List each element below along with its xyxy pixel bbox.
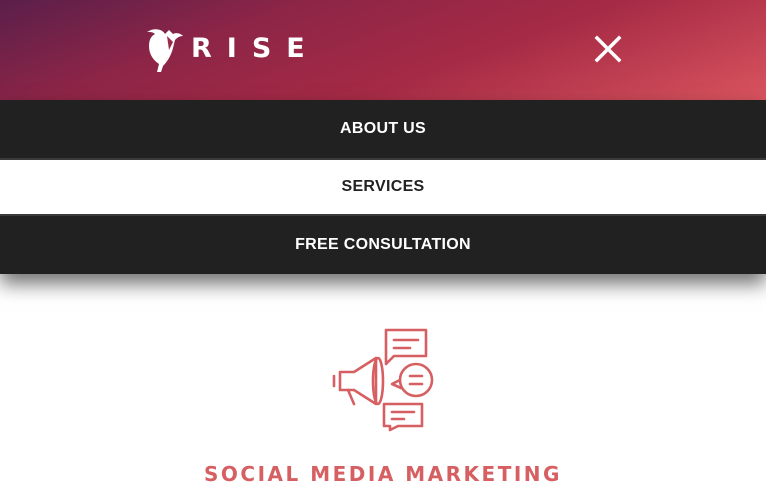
nav-menu: ABOUT US SERVICES FREE CONSULTATION xyxy=(0,100,766,274)
bird-logo-icon xyxy=(147,29,183,72)
menu-item-about-us[interactable]: ABOUT US xyxy=(0,100,766,158)
service-title: SOCIAL MEDIA MARKETING xyxy=(204,462,562,486)
close-icon[interactable] xyxy=(591,32,625,66)
menu-item-label: SERVICES xyxy=(341,178,425,195)
menu-item-free-consultation[interactable]: FREE CONSULTATION xyxy=(0,216,766,274)
site-header: RISE xyxy=(0,0,766,100)
menu-item-label: ABOUT US xyxy=(340,120,426,137)
menu-item-services[interactable]: SERVICES xyxy=(0,158,766,216)
megaphone-chat-icon xyxy=(332,328,434,432)
brand-name: RISE xyxy=(191,33,320,64)
brand-logo[interactable]: RISE xyxy=(143,26,320,72)
menu-item-label: FREE CONSULTATION xyxy=(295,236,471,253)
